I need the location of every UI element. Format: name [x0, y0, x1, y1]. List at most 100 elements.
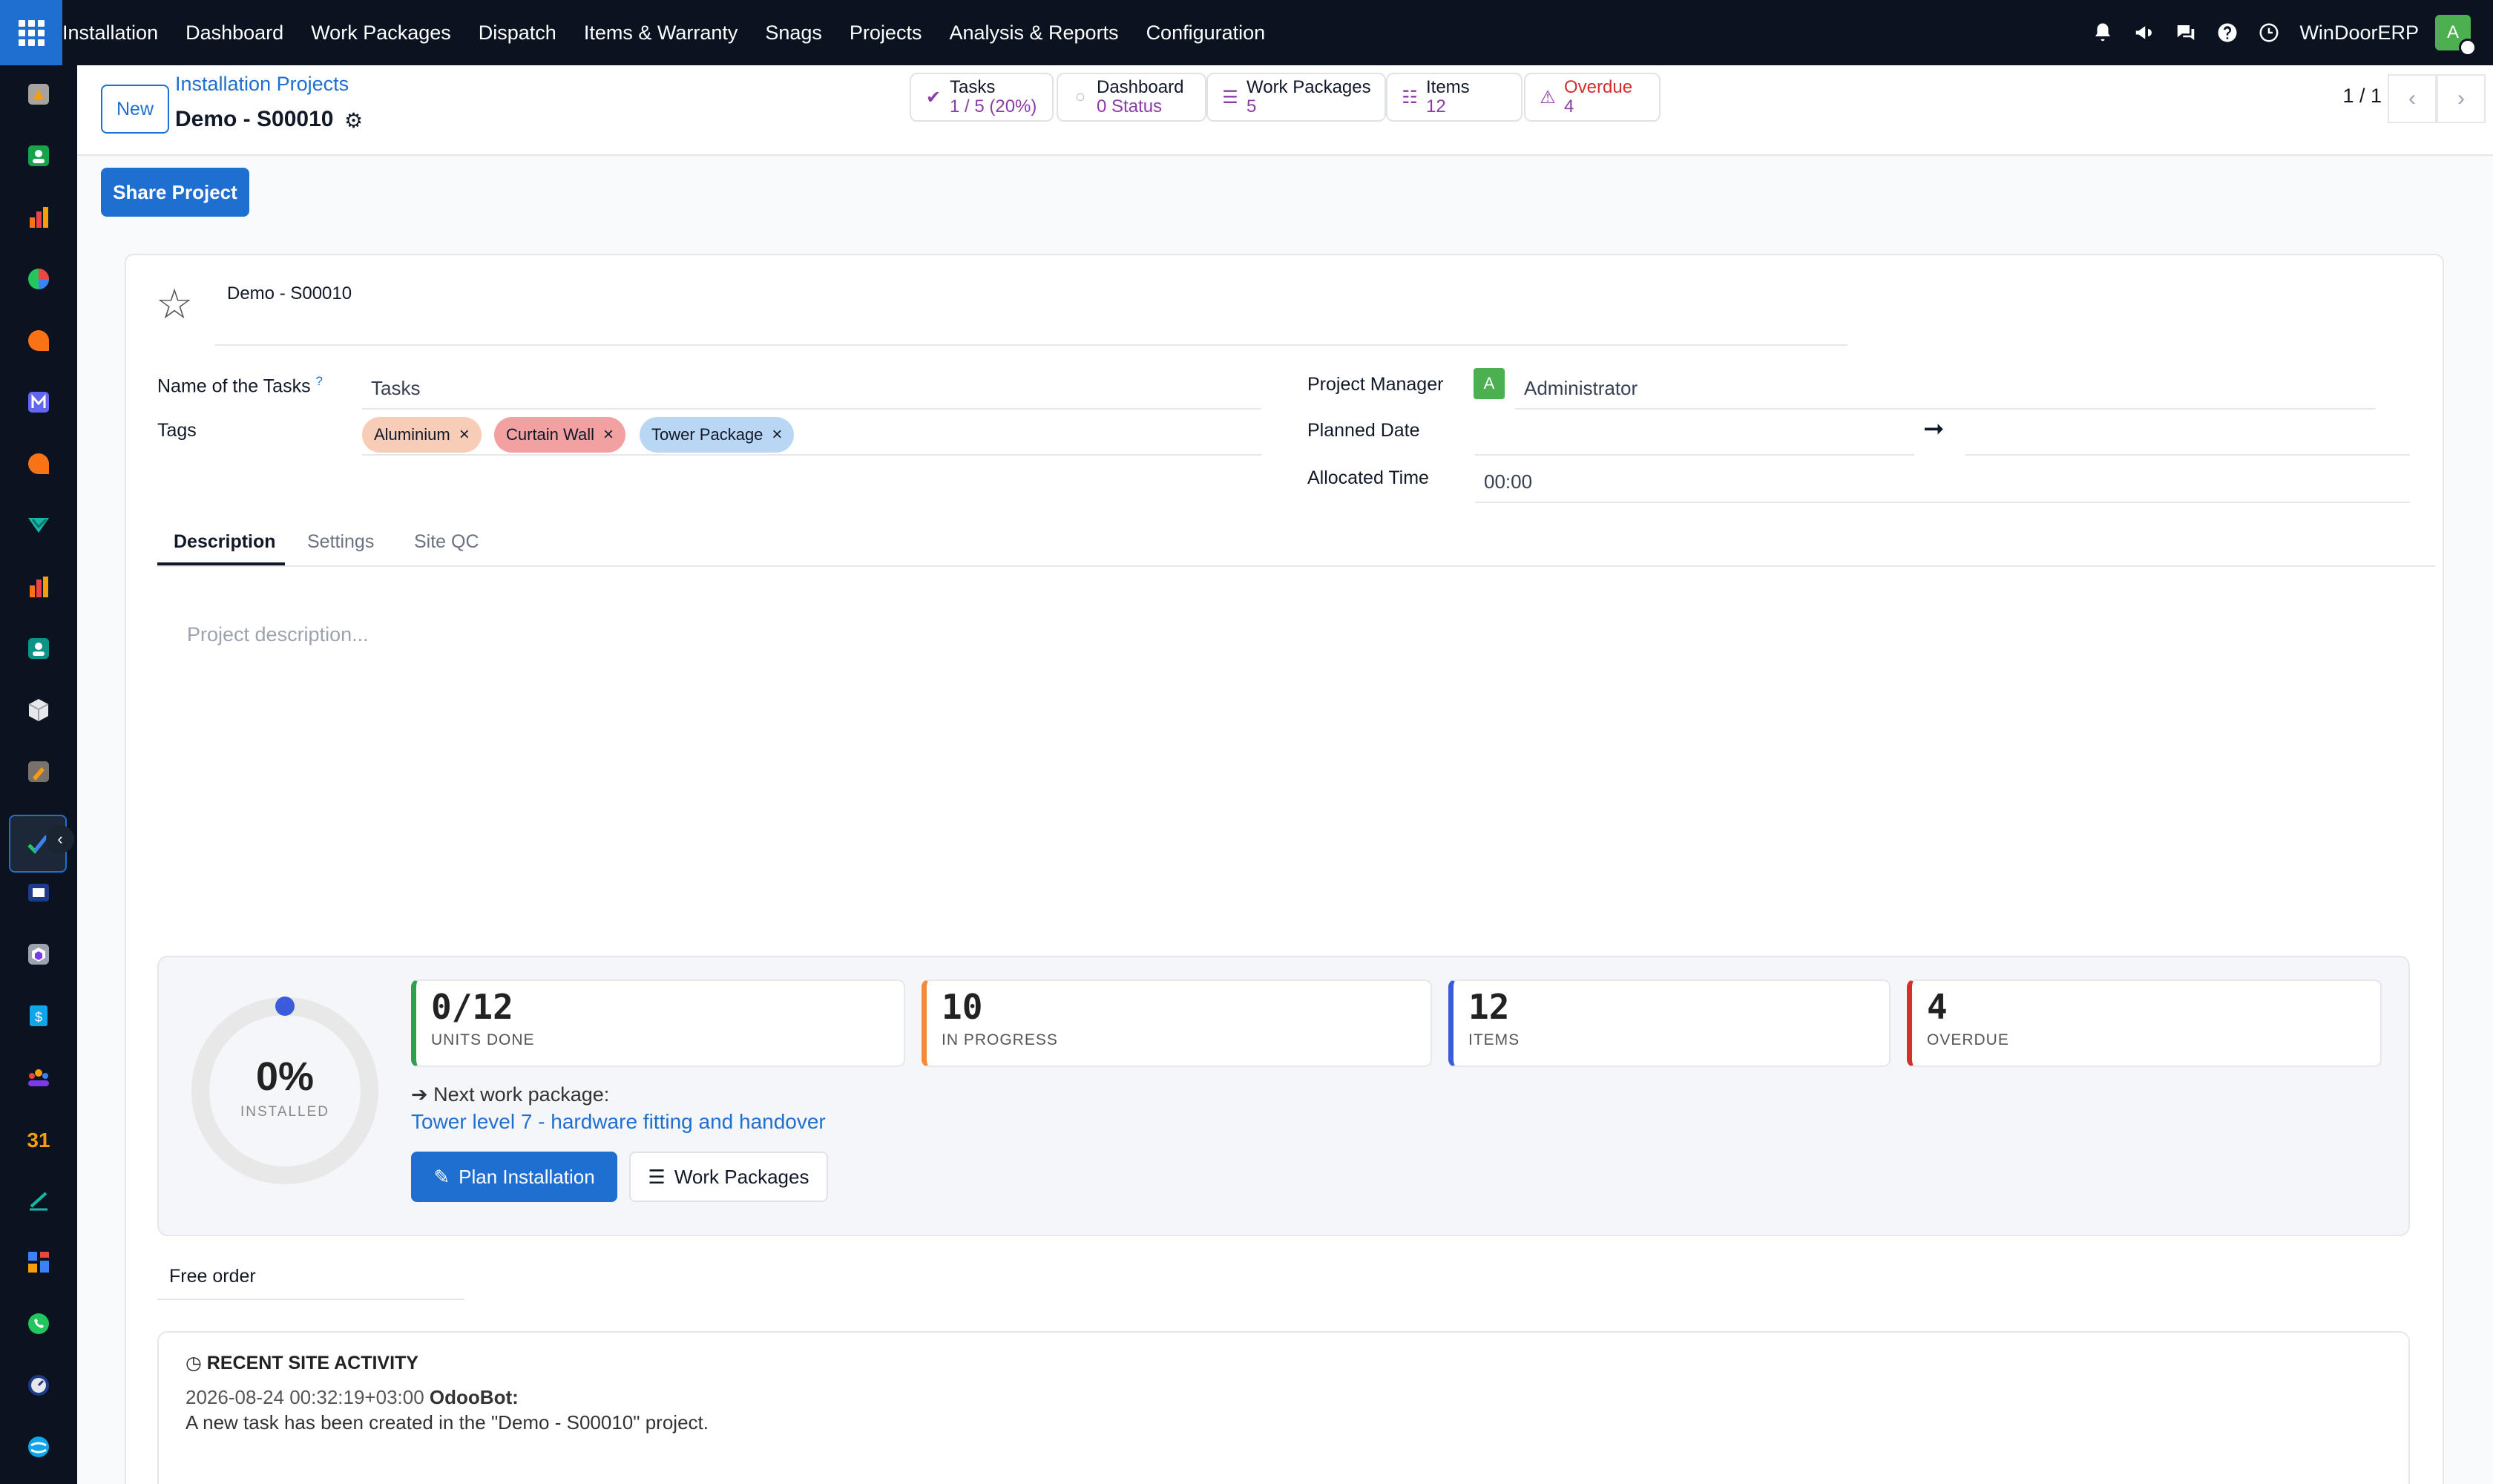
app-menu-button[interactable] [0, 0, 62, 65]
stat-button-tasks[interactable]: ✔ Tasks 1 / 5 (20%) [910, 73, 1054, 122]
activity-title-text: RECENT SITE ACTIVITY [206, 1353, 418, 1373]
clock-icon[interactable] [2258, 22, 2280, 44]
sidebar-knowledge-icon[interactable] [22, 876, 55, 909]
menu-configuration[interactable]: Configuration [1146, 22, 1266, 45]
sidebar-employees-icon[interactable] [22, 632, 55, 665]
tag-tower-package-label: Tower Package [651, 425, 763, 444]
chat-icon[interactable] [2175, 22, 2197, 44]
remove-tag-icon[interactable]: × [603, 424, 614, 445]
tasks-name-input[interactable]: Tasks [371, 377, 420, 400]
project-name-field[interactable]: Demo - S00010 [227, 283, 352, 304]
free-order-field[interactable]: Free order [169, 1266, 256, 1287]
stat-button-items[interactable]: ☷ Items 12 [1386, 73, 1523, 122]
pager-previous-chevron-icon[interactable]: ‹ [2388, 74, 2437, 123]
stat-items-label: Items [1426, 77, 1470, 97]
pager-next-chevron-icon[interactable]: › [2437, 74, 2486, 123]
breadcrumb-parent[interactable]: Installation Projects [175, 73, 349, 96]
menu-dashboard[interactable]: Dashboard [185, 22, 283, 45]
sidebar-spiral-icon[interactable] [22, 1431, 55, 1463]
sidebar-app-1-icon[interactable] [22, 78, 55, 111]
sidebar-contacts-icon[interactable] [22, 139, 55, 172]
tasks-list-icon: ☰ [1222, 87, 1238, 108]
activity-author: OdooBot: [429, 1386, 519, 1408]
warning-icon: ⚠ [1540, 87, 1556, 108]
next-work-package-link[interactable]: Tower level 7 - hardware fitting and han… [411, 1110, 826, 1134]
sidebar-report-icon[interactable] [22, 571, 55, 603]
allocated-time-input[interactable]: 00:00 [1484, 470, 1532, 493]
tag-tower-package[interactable]: Tower Package × [640, 417, 795, 453]
sidebar-whatsapp-icon[interactable] [22, 1307, 55, 1340]
description-editor[interactable]: Project description... [187, 623, 369, 646]
project-manager-label: Project Manager [1307, 374, 1444, 395]
plan-installation-button[interactable]: ✎ Plan Installation [411, 1152, 617, 1202]
sidebar-bars-icon[interactable] [22, 201, 55, 234]
systray: WinDoorERP A [2092, 0, 2493, 65]
tasks-name-label-text: Name of the Tasks [157, 375, 311, 397]
user-avatar[interactable]: A [2435, 15, 2477, 56]
stat-overdue-value: 4 [1564, 96, 1574, 116]
user-avatar-letter: A [2446, 22, 2459, 42]
gear-icon[interactable]: ⚙ [344, 108, 363, 133]
tag-aluminium-label: Aluminium [374, 425, 450, 444]
sidebar-cube-icon[interactable] [22, 694, 55, 726]
presence-dot [2459, 39, 2477, 56]
help-icon[interactable] [2216, 22, 2239, 44]
sidebar-time-icon[interactable] [22, 1369, 55, 1402]
remove-tag-icon[interactable]: × [459, 424, 470, 445]
favorite-star-icon[interactable]: ☆ [156, 283, 193, 325]
bell-icon[interactable] [2092, 22, 2114, 44]
project-manager-input[interactable]: Administrator [1524, 377, 1638, 400]
remove-tag-icon[interactable]: × [772, 424, 782, 445]
work-packages-button[interactable]: ☰ Work Packages [629, 1152, 828, 1202]
stat-button-dashboard[interactable]: ○ Dashboard 0 Status [1057, 73, 1206, 122]
installed-percent: 0% [255, 1054, 315, 1099]
tab-settings[interactable]: Settings [307, 531, 374, 553]
tags-underline [362, 454, 1261, 456]
record-title: Demo - S00010 [175, 107, 334, 131]
kpi-units-done: 0/12 UNITS DONE [411, 979, 905, 1067]
sidebar-pie-icon[interactable] [22, 263, 55, 295]
next-work-package-label: ➔ Next work package: [411, 1083, 609, 1106]
sidebar-mail-icon[interactable] [22, 386, 55, 418]
sidebar-dashboard-icon[interactable] [22, 1246, 55, 1278]
installation-dashboard: 0% INSTALLED 0/12 UNITS DONE 10 IN PROGR… [157, 956, 2410, 1236]
tag-aluminium[interactable]: Aluminium × [362, 417, 482, 453]
pager-value[interactable]: 1 / 1 [2342, 85, 2382, 108]
sidebar-check-icon[interactable] [22, 509, 55, 542]
main-menu: Installation Dashboard Work Packages Dis… [62, 0, 1293, 65]
share-project-button[interactable]: Share Project [101, 168, 249, 217]
menu-analysis-reports[interactable]: Analysis & Reports [949, 22, 1118, 45]
sidebar-discuss-icon[interactable] [22, 447, 55, 480]
arrow-circle-icon: ➔ [411, 1083, 428, 1106]
planned-date-end-input[interactable] [1965, 413, 2410, 451]
form-sheet: ☆ Demo - S00010 Name of the Tasks ? Task… [125, 254, 2444, 1484]
kpi-overdue-label: OVERDUE [1927, 1031, 2009, 1048]
sidebar-calendar-icon[interactable]: 31 [22, 1123, 55, 1155]
tab-description[interactable]: Description [174, 531, 276, 553]
menu-projects[interactable]: Projects [850, 22, 922, 45]
sidebar-inventory-icon[interactable] [22, 938, 55, 971]
planned-start-underline [1475, 454, 1914, 456]
stat-button-work-packages[interactable]: ☰ Work Packages 5 [1206, 73, 1386, 122]
planned-date-start-input[interactable] [1475, 413, 1914, 451]
sidebar-invoicing-icon[interactable]: $ [22, 999, 55, 1032]
installed-label: INSTALLED [240, 1104, 330, 1120]
sidebar-collapse-chevron-icon[interactable]: ‹ [46, 825, 74, 853]
tag-curtain-wall[interactable]: Curtain Wall × [494, 417, 626, 453]
planned-date-label: Planned Date [1307, 420, 1420, 441]
help-tooltip-icon[interactable]: ? [316, 374, 323, 388]
sidebar-tools-icon[interactable] [22, 755, 55, 788]
menu-work-packages[interactable]: Work Packages [311, 22, 451, 45]
menu-installation[interactable]: Installation [62, 22, 158, 45]
stat-button-overdue[interactable]: ⚠ Overdue 4 [1524, 73, 1661, 122]
sidebar-sign-icon[interactable] [22, 1184, 55, 1217]
menu-items-warranty[interactable]: Items & Warranty [584, 22, 738, 45]
tab-site-qc[interactable]: Site QC [414, 531, 479, 553]
sidebar-team-icon[interactable] [22, 1061, 55, 1094]
megaphone-icon[interactable] [2133, 22, 2155, 44]
company-name[interactable]: WinDoorERP [2299, 22, 2419, 45]
new-button[interactable]: New [101, 85, 169, 134]
sidebar-chat-bubble-icon[interactable] [22, 324, 55, 357]
menu-snags[interactable]: Snags [765, 22, 822, 45]
menu-dispatch[interactable]: Dispatch [479, 22, 556, 45]
